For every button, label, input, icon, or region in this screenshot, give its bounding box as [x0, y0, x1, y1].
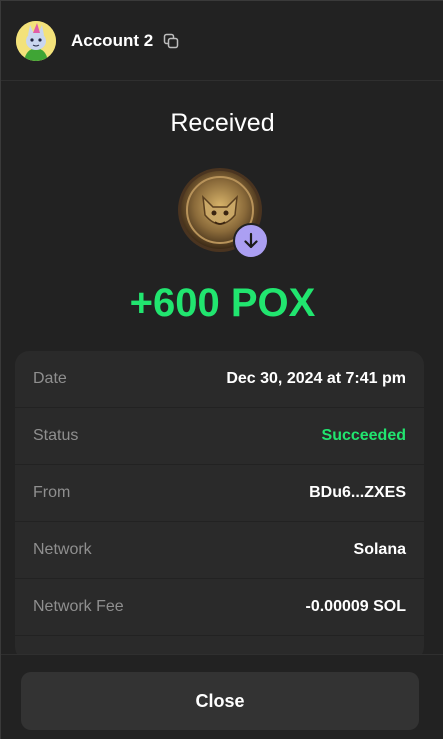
account-avatar[interactable] — [16, 20, 56, 61]
detail-value: -0.00009 SOL — [305, 598, 407, 615]
account-name[interactable]: Account 2 — [71, 31, 153, 51]
close-button[interactable]: Close — [21, 672, 419, 730]
transaction-title: Received — [170, 109, 275, 137]
detail-label: From — [33, 484, 71, 501]
sender-address[interactable]: BDu6...ZXES — [309, 484, 406, 502]
detail-row-network-fee: Network Fee -0.00009 SOL — [15, 579, 424, 636]
copy-icon[interactable] — [162, 32, 180, 50]
status-value: Succeeded — [321, 427, 406, 444]
header: Account 2 — [1, 1, 443, 81]
detail-label: Status — [33, 427, 79, 444]
detail-row-status: Status Succeeded — [15, 408, 424, 465]
footer: Close — [1, 654, 443, 739]
detail-row-date: Date Dec 30, 2024 at 7:41 pm — [15, 351, 424, 408]
detail-label: Network Fee — [33, 598, 124, 615]
detail-label: Date — [33, 370, 67, 387]
arrow-down-icon — [233, 223, 269, 259]
detail-label: Network — [33, 541, 92, 558]
detail-row-network: Network Solana — [15, 522, 424, 579]
transaction-detail-window: Account 2 Received +600 POX Date Dec 30,… — [0, 0, 443, 739]
detail-row-from[interactable]: From BDu6...ZXES — [15, 465, 424, 522]
transaction-amount: +600 POX — [129, 281, 316, 325]
transaction-details-card: Date Dec 30, 2024 at 7:41 pm Status Succ… — [15, 351, 424, 661]
token-display — [177, 167, 272, 262]
detail-value: Dec 30, 2024 at 7:41 pm — [226, 370, 406, 387]
detail-value: Solana — [353, 541, 406, 558]
